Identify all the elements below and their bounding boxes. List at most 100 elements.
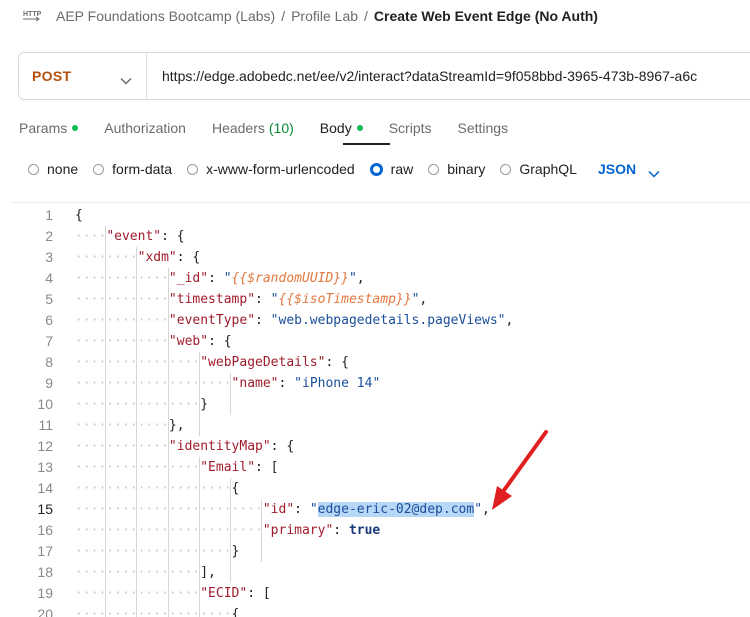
code-string: "	[474, 502, 483, 517]
code-string: "web.webpagedetails.pageViews"	[270, 313, 506, 328]
tab-authorization[interactable]: Authorization	[104, 119, 186, 137]
code-content: {	[75, 205, 83, 226]
code-string: "	[270, 292, 279, 307]
url-input[interactable]: https://edge.adobedc.net/ee/v2/interact?…	[147, 68, 697, 84]
tab-params[interactable]: Params	[19, 119, 79, 137]
headers-count: (10)	[268, 120, 294, 136]
code-line[interactable]: 4 ············"_id": "{{$randomUUID}}",	[10, 268, 750, 289]
code-line[interactable]: 16 ························"primary": tru…	[10, 520, 750, 541]
code-key: "webPageDetails"	[200, 355, 326, 370]
raw-format-select[interactable]: JSON	[598, 161, 660, 178]
tab-body[interactable]: Body	[320, 119, 363, 137]
tab-scripts[interactable]: Scripts	[389, 119, 432, 137]
code-punctuation: :	[294, 502, 310, 517]
code-content: ············"timestamp": "{{$isoTimestam…	[75, 289, 427, 310]
code-punctuation: : [	[247, 586, 271, 601]
status-dot-icon	[356, 125, 363, 131]
code-string: "	[309, 502, 318, 517]
request-title[interactable]: Create Web Event Edge (No Auth)	[374, 8, 598, 24]
body-option-none[interactable]: none	[28, 161, 78, 177]
code-line[interactable]: 1{	[10, 205, 750, 226]
tab-settings[interactable]: Settings	[458, 119, 509, 137]
tab-label: Authorization	[104, 120, 186, 136]
code-key: "identityMap"	[168, 439, 271, 454]
code-content: ················],	[75, 562, 216, 583]
code-line[interactable]: 17 ····················}	[10, 541, 750, 562]
whitespace-marker: ····················	[75, 481, 232, 496]
code-punctuation: : {	[176, 250, 201, 265]
code-string: "iPhone 14"	[294, 376, 381, 391]
tab-label: Settings	[457, 120, 509, 136]
whitespace-marker: ················	[75, 586, 201, 601]
whitespace-marker: ············	[75, 334, 169, 349]
line-number: 3	[45, 249, 53, 265]
code-line[interactable]: 2 ····"event": {	[10, 226, 750, 247]
code-punctuation: : [	[255, 460, 279, 475]
breadcrumb-collection[interactable]: AEP Foundations Bootcamp (Labs)	[56, 8, 275, 24]
method-select[interactable]: POST	[19, 53, 147, 99]
code-key: "name"	[231, 376, 279, 391]
code-content: ············"_id": "{{$randomUUID}}",	[75, 268, 365, 289]
whitespace-marker: ················	[75, 565, 201, 580]
chevron-down-icon	[648, 165, 660, 178]
line-number: 7	[45, 333, 53, 349]
indent-guide	[105, 226, 107, 617]
request-url-bar: POST https://edge.adobedc.net/ee/v2/inte…	[18, 52, 750, 100]
code-content: ············"eventType": "web.webpagedet…	[75, 310, 513, 331]
code-line[interactable]: 20 ····················{	[10, 604, 750, 617]
code-line[interactable]: 12 ············"identityMap": {	[10, 436, 750, 457]
code-content: ····················{	[75, 478, 239, 499]
body-option-graphql[interactable]: GraphQL	[500, 161, 577, 177]
code-line[interactable]: 5 ············"timestamp": "{{$isoTimesta…	[10, 289, 750, 310]
code-content: ················}	[75, 394, 208, 415]
code-key: "_id"	[168, 271, 209, 286]
code-line[interactable]: 6 ············"eventType": "web.webpagede…	[10, 310, 750, 331]
code-line[interactable]: 15 ························"id": "edge-er…	[10, 499, 750, 520]
breadcrumb-folder[interactable]: Profile Lab	[291, 8, 358, 24]
body-option-urlencoded[interactable]: x-www-form-urlencoded	[187, 161, 355, 177]
line-number: 12	[37, 438, 53, 454]
code-line[interactable]: 11 ············},	[10, 415, 750, 436]
code-line[interactable]: 3 ········"xdm": {	[10, 247, 750, 268]
code-line[interactable]: 13 ················"Email": [	[10, 457, 750, 478]
code-punctuation: ,	[482, 502, 490, 517]
code-punctuation: :	[255, 292, 271, 307]
whitespace-marker: ················	[75, 397, 201, 412]
body-option-raw[interactable]: raw	[369, 161, 413, 177]
line-number: 14	[37, 480, 53, 496]
line-number: 16	[37, 522, 53, 538]
tab-label: Scripts	[388, 120, 432, 136]
code-key: "Email"	[200, 460, 256, 475]
indent-guide	[230, 478, 231, 583]
option-label: form-data	[112, 161, 173, 177]
code-punctuation: }	[200, 397, 209, 412]
radio-checked-icon	[369, 162, 383, 176]
code-line[interactable]: 8 ················"webPageDetails": {	[10, 352, 750, 373]
code-line[interactable]: 9 ····················"name": "iPhone 14"	[10, 373, 750, 394]
tab-headers[interactable]: Headers (10)	[212, 119, 294, 137]
code-line[interactable]: 18 ················],	[10, 562, 750, 583]
code-line[interactable]: 14 ····················{	[10, 478, 750, 499]
body-option-form-data[interactable]: form-data	[93, 161, 172, 177]
code-key: "id"	[262, 502, 295, 517]
code-line[interactable]: 10 ················}	[10, 394, 750, 415]
line-number: 13	[37, 459, 53, 475]
code-line[interactable]: 19 ················"ECID": [	[10, 583, 750, 604]
whitespace-marker: ························	[75, 523, 263, 538]
code-key: "eventType"	[168, 313, 256, 328]
radio-icon	[500, 163, 512, 175]
code-line[interactable]: 7 ············"web": {	[10, 331, 750, 352]
whitespace-marker: ····················	[75, 376, 232, 391]
code-punctuation: :	[278, 376, 295, 391]
code-punctuation: {	[75, 208, 83, 223]
body-option-binary[interactable]: binary	[428, 161, 485, 177]
radio-icon	[187, 163, 199, 175]
option-label: binary	[447, 161, 486, 177]
line-number: 20	[37, 606, 53, 617]
code-content: ····"event": {	[75, 226, 185, 247]
code-content: ············"identityMap": {	[75, 436, 294, 457]
code-content: ········"xdm": {	[75, 247, 200, 268]
code-content: ············"web": {	[75, 331, 232, 352]
code-editor[interactable]: 1{2 ····"event": { 3 ········"xdm": {4 ·····…	[10, 202, 750, 617]
whitespace-marker: ············	[75, 292, 169, 307]
